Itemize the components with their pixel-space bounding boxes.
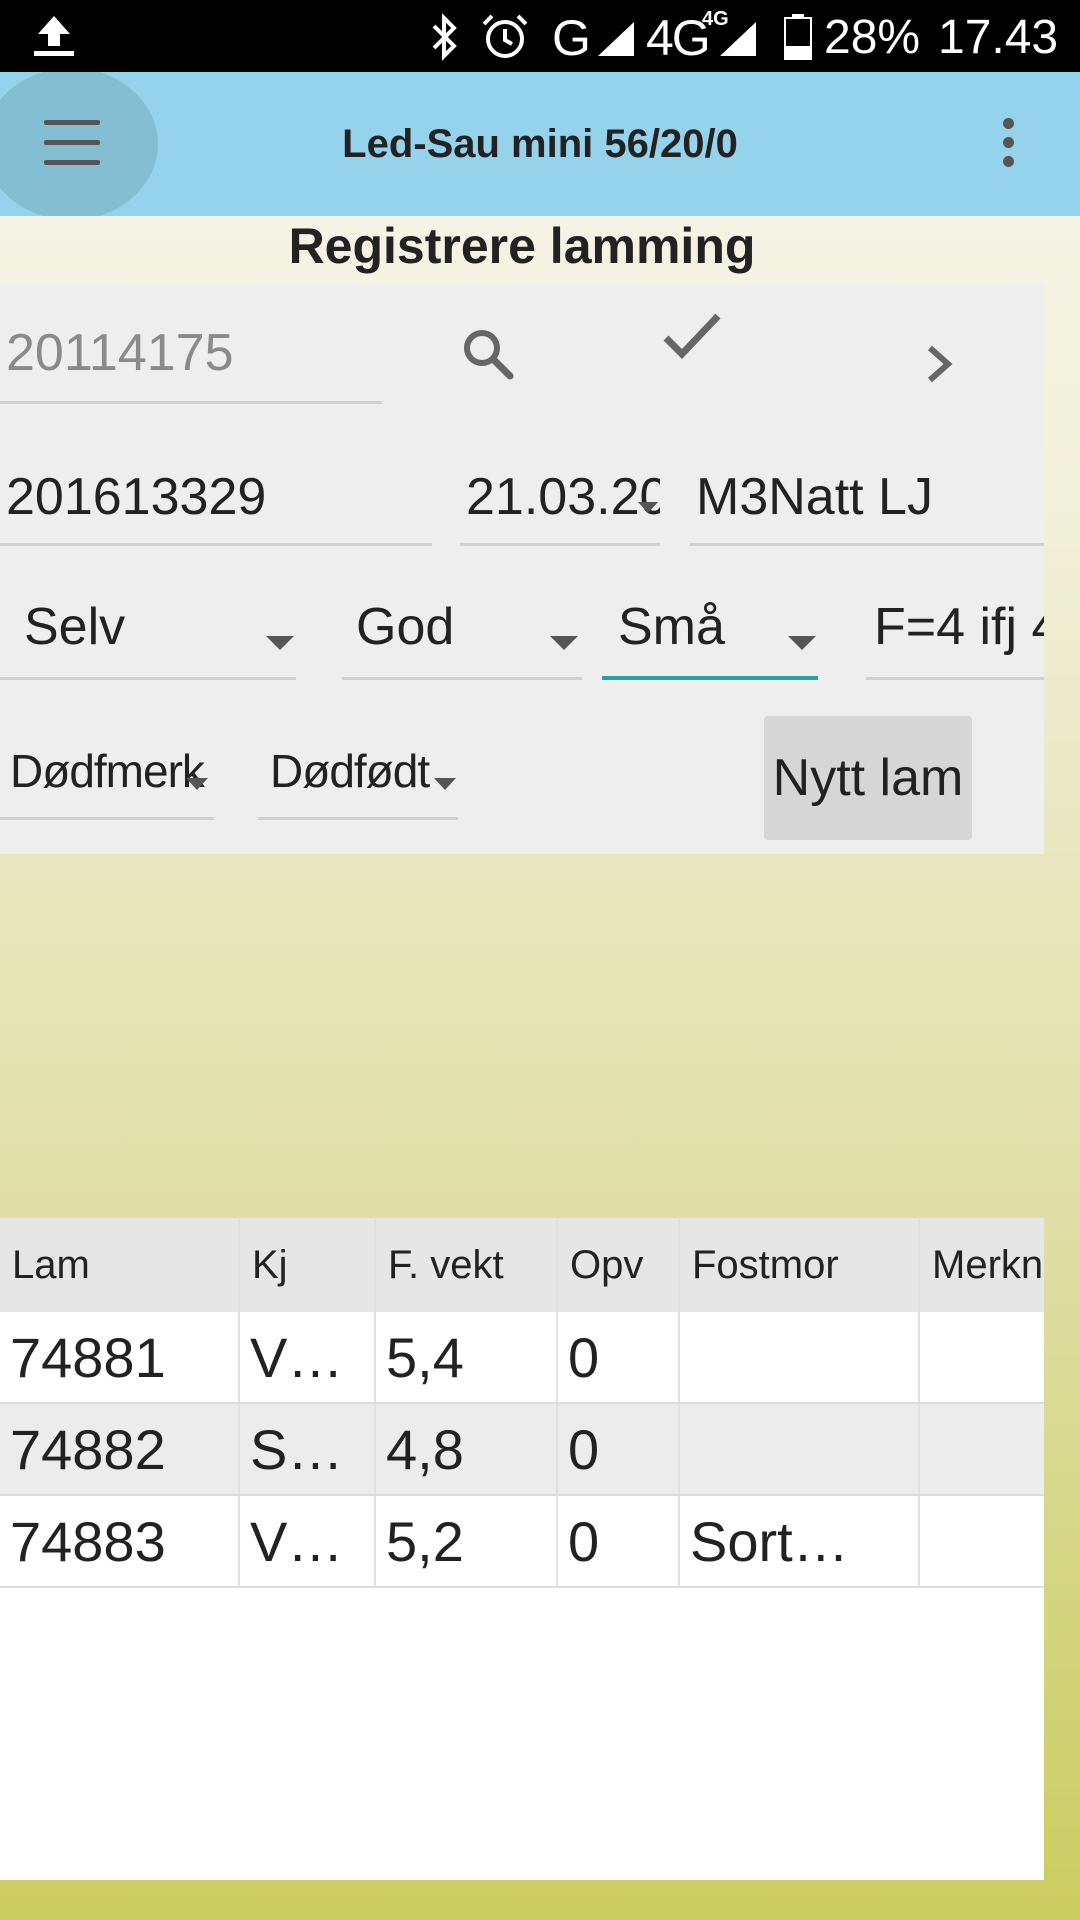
search-icon[interactable]: [458, 324, 518, 384]
table-cell: 0: [558, 1496, 680, 1586]
death-mark-select[interactable]: Dødfmerk: [0, 738, 214, 820]
table-row[interactable]: 74882 S… 4,8 0: [0, 1404, 1044, 1496]
chevron-down-icon: [550, 636, 578, 650]
table-cell: S…: [240, 1404, 376, 1494]
table-cell: V…: [240, 1312, 376, 1402]
table-cell: 74882: [0, 1404, 240, 1494]
table-cell: [920, 1496, 1044, 1586]
table-cell: 5,2: [376, 1496, 558, 1586]
signal-icon: [598, 22, 634, 56]
table-cell: 0: [558, 1312, 680, 1402]
header-kj: Kj: [252, 1243, 288, 1287]
search-input[interactable]: 20114175: [0, 320, 382, 404]
table-cell: 4,8: [376, 1404, 558, 1494]
size-value: Små: [618, 598, 725, 656]
table-cell: [680, 1312, 920, 1402]
lambs-table: Lam Kj F. vekt Opv Fostmor Merknad 74881…: [0, 1218, 1044, 1880]
chevron-down-icon: [788, 636, 816, 650]
feed-info-value: F=4 ifj 4: [874, 598, 1044, 656]
header-cell[interactable]: Kj: [240, 1218, 376, 1312]
hamburger-menu-icon[interactable]: [44, 120, 100, 166]
table-cell: 0: [558, 1404, 680, 1494]
table-cell: Sort…: [680, 1496, 920, 1586]
battery-percent: 28%: [824, 11, 921, 64]
table-row[interactable]: 74883 V… 5,2 0 Sort…: [0, 1496, 1044, 1588]
lambing-form: 20114175 201613329 21.03.20 M3Natt LJ Se…: [0, 284, 1044, 854]
chevron-down-icon: [638, 502, 658, 513]
header-merknad: Merknad: [932, 1243, 1044, 1287]
date-field[interactable]: 21.03.20: [460, 464, 660, 546]
network-type-4g: 4G: [646, 10, 711, 66]
chevron-down-icon: [266, 636, 294, 650]
chevron-down-icon: [186, 778, 208, 790]
new-lamb-button[interactable]: Nytt lam: [764, 716, 972, 840]
date-value: 21.03.20: [466, 468, 660, 526]
app-title: Led-Sau mini 56/20/0: [342, 122, 738, 166]
birth-help-select[interactable]: Selv: [0, 594, 296, 680]
header-lam: Lam: [12, 1243, 90, 1287]
ram-name-field[interactable]: M3Natt LJ: [690, 464, 1044, 546]
more-vert-icon[interactable]: [988, 118, 1028, 178]
check-icon[interactable]: [662, 310, 722, 362]
battery-icon: [784, 14, 812, 60]
app-bar: Led-Sau mini 56/20/0: [0, 72, 1080, 216]
table-cell: V…: [240, 1496, 376, 1586]
table-cell: 5,4: [376, 1312, 558, 1402]
ram-name-value: M3Natt LJ: [696, 468, 933, 526]
header-cell[interactable]: Lam: [0, 1218, 240, 1312]
table-cell: [920, 1404, 1044, 1494]
header-cell[interactable]: Opv: [558, 1218, 680, 1312]
alarm-icon: [482, 14, 528, 58]
header-cell[interactable]: Fostmor: [680, 1218, 920, 1312]
status-bar: G 4G 4G 28% 17.43: [0, 0, 1080, 72]
table-row[interactable]: 74881 V… 5,4 0: [0, 1312, 1044, 1404]
feed-info-field[interactable]: F=4 ifj 4: [866, 594, 1044, 680]
clock: 17.43: [938, 11, 1059, 64]
chevron-right-icon[interactable]: [920, 342, 960, 386]
ewe-id-value: 201613329: [6, 468, 267, 526]
signal-icon-2: [720, 22, 756, 56]
header-fostmor: Fostmor: [692, 1243, 839, 1287]
condition-select[interactable]: God: [342, 594, 582, 680]
death-status-value: Dødfødt: [270, 745, 430, 797]
header-fvekt: F. vekt: [388, 1243, 504, 1287]
header-opv: Opv: [570, 1243, 644, 1287]
table-header: Lam Kj F. vekt Opv Fostmor Merknad: [0, 1218, 1044, 1312]
death-status-select[interactable]: Dødfødt: [258, 738, 458, 820]
ewe-id-field[interactable]: 201613329: [0, 464, 432, 546]
page-title: Registrere lamming: [288, 218, 756, 274]
table-cell: [680, 1404, 920, 1494]
chevron-down-icon: [434, 778, 456, 790]
death-mark-value: Dødfmerk: [10, 745, 205, 797]
search-input-value: 20114175: [6, 324, 234, 382]
table-cell: [920, 1312, 1044, 1402]
bluetooth-icon: [432, 13, 457, 61]
table-cell: 74881: [0, 1312, 240, 1402]
table-cell: 74883: [0, 1496, 240, 1586]
header-cell[interactable]: Merknad: [920, 1218, 1044, 1312]
header-cell[interactable]: F. vekt: [376, 1218, 558, 1312]
size-select[interactable]: Små: [602, 594, 818, 680]
condition-value: God: [356, 598, 455, 656]
birth-help-value: Selv: [24, 598, 126, 656]
upload-icon: [34, 16, 74, 56]
network-type: G: [552, 10, 591, 66]
